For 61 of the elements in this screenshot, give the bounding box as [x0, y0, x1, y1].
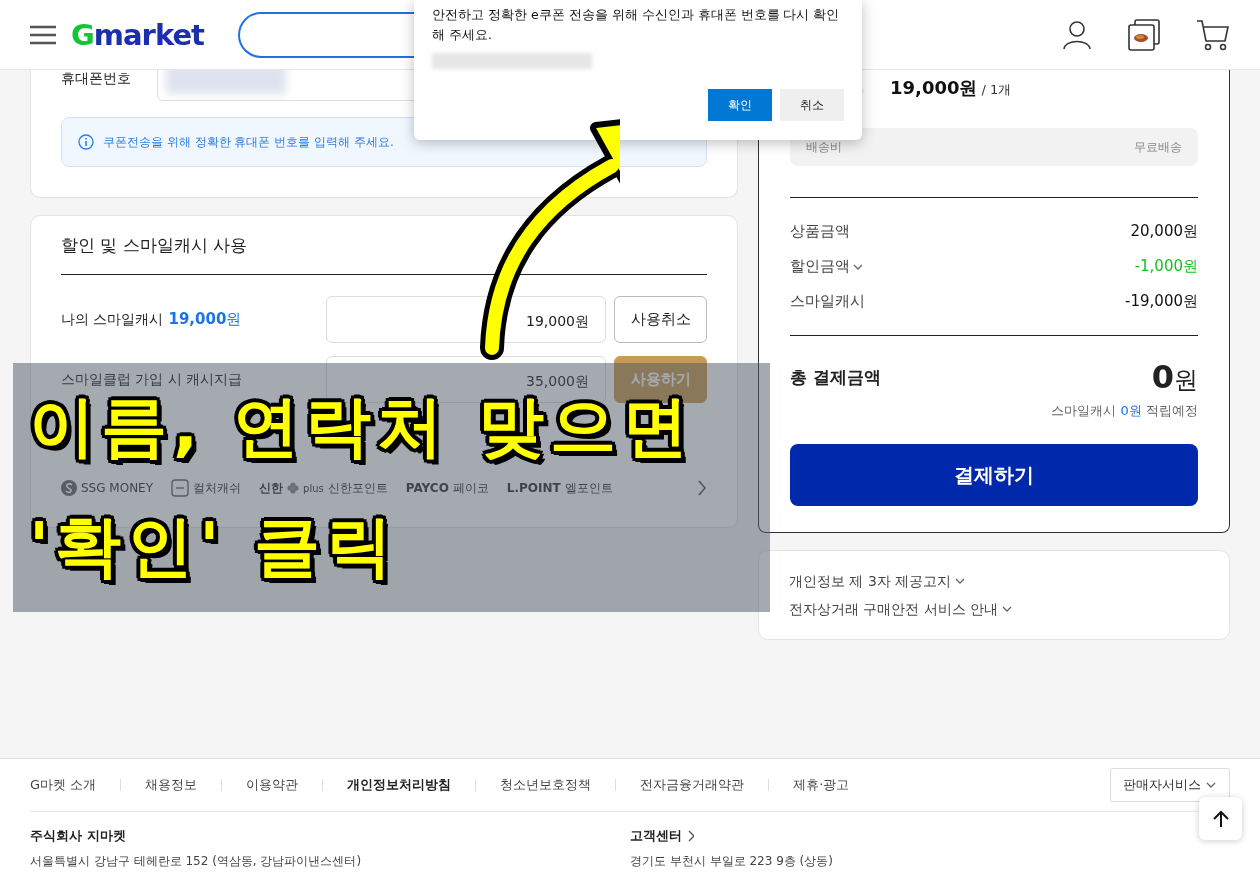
info-link[interactable]: 전자상거래 구매안전 서비스 안내 [789, 595, 1199, 623]
dialog-message: 안전하고 정확한 e쿠폰 전송을 위해 수신인과 휴대폰 번호를 다시 확인해 주세요. [432, 6, 841, 44]
seller-service-button[interactable]: 판매자서비스 [1110, 768, 1230, 802]
footer-link[interactable]: 청소년보호정책 [500, 776, 592, 794]
reward-note: 스마일캐시 0원 적립예정 [1051, 403, 1198, 418]
price-value: -1,000원 [1134, 256, 1198, 277]
price-value: 20,000원 [1130, 221, 1198, 242]
up-arrow-icon [1211, 809, 1230, 828]
footer-link[interactable]: 채용정보 [145, 776, 198, 794]
chevron-right-icon [686, 830, 694, 842]
support-address: 경기도 부천시 부일로 223 9층 (상동) [630, 853, 834, 870]
scroll-top-button[interactable] [1199, 797, 1242, 840]
point-name: 컬처캐쉬 [193, 479, 242, 497]
cancel-button[interactable]: 취소 [780, 89, 844, 121]
point-name: SSG MONEY [81, 481, 154, 495]
cash-label: 나의 스마일캐시 [61, 311, 164, 329]
info-icon [78, 134, 94, 150]
clover-icon [287, 482, 300, 494]
price-label: 할인금액 [790, 256, 850, 277]
total-amount: 0원 [1151, 358, 1198, 396]
coin-icon [61, 480, 77, 496]
section-title: 할인 및 스마일캐시 사용 [61, 216, 707, 275]
person-icon[interactable] [1062, 19, 1092, 50]
caption-overlay: '확인' 클릭 [29, 507, 399, 587]
product-price: 19,000원 / 1개 [890, 76, 1012, 100]
footer-link[interactable]: G마켓 소개 [30, 776, 97, 794]
cancel-use-button[interactable]: 사용취소 [614, 296, 707, 343]
footer-link[interactable]: 이용약관 [246, 776, 299, 794]
info-link[interactable]: 개인정보 제 3자 제공고지 [789, 567, 1199, 595]
logo[interactable]: Gmarket [71, 17, 204, 52]
point-name: 엘포인트 [564, 479, 613, 497]
cash-label: 스마일클럽 가입 시 캐시지급 [61, 370, 243, 389]
price-label: 스마일캐시 [790, 291, 865, 312]
confirm-button[interactable]: 확인 [708, 89, 772, 121]
notice-text: 쿠폰전송을 위해 정확한 휴대폰 번호를 입력해 주세요. [103, 133, 394, 151]
amount-field[interactable]: 19,000원 [326, 296, 606, 343]
field-label: 휴대폰번호 [61, 70, 132, 88]
cart-icon[interactable] [1196, 18, 1230, 51]
shipping-label: 배송비 [806, 138, 842, 156]
customer-center-link[interactable]: 고객센터 [630, 826, 694, 846]
cash-balance: 19,000원 [168, 310, 242, 329]
price-value: -19,000원 [1125, 291, 1198, 312]
total-label: 총 결제금액 [790, 365, 881, 389]
brand-logo: PAYCO [405, 481, 449, 495]
brand-logo: 신한 [259, 479, 284, 497]
card-icon [171, 479, 190, 497]
pay-button[interactable]: 결제하기 [790, 444, 1198, 506]
price-label: 상품금액 [790, 221, 850, 242]
footer-link[interactable]: 제휴·광고 [793, 776, 850, 794]
shipping-value: 무료배송 [1134, 138, 1182, 156]
point-name: 페이코 [452, 479, 489, 497]
company-name: 주식회사 지마켓 [30, 827, 126, 845]
footer-link[interactable]: 전자금융거래약관 [640, 776, 745, 794]
brand-logo: plus [303, 482, 324, 494]
chevron-right-icon[interactable] [697, 480, 707, 496]
footer-link[interactable]: 개인정보처리방침 [347, 776, 452, 794]
brand-logo: L.POINT [506, 481, 561, 495]
company-address: 서울특별시 강남구 테헤란로 152 (역삼동, 강남파이낸스센터) [30, 853, 363, 870]
menu-icon[interactable] [30, 24, 56, 45]
recent-items-icon[interactable] [1128, 18, 1160, 51]
point-name: 신한포인트 [327, 479, 388, 497]
